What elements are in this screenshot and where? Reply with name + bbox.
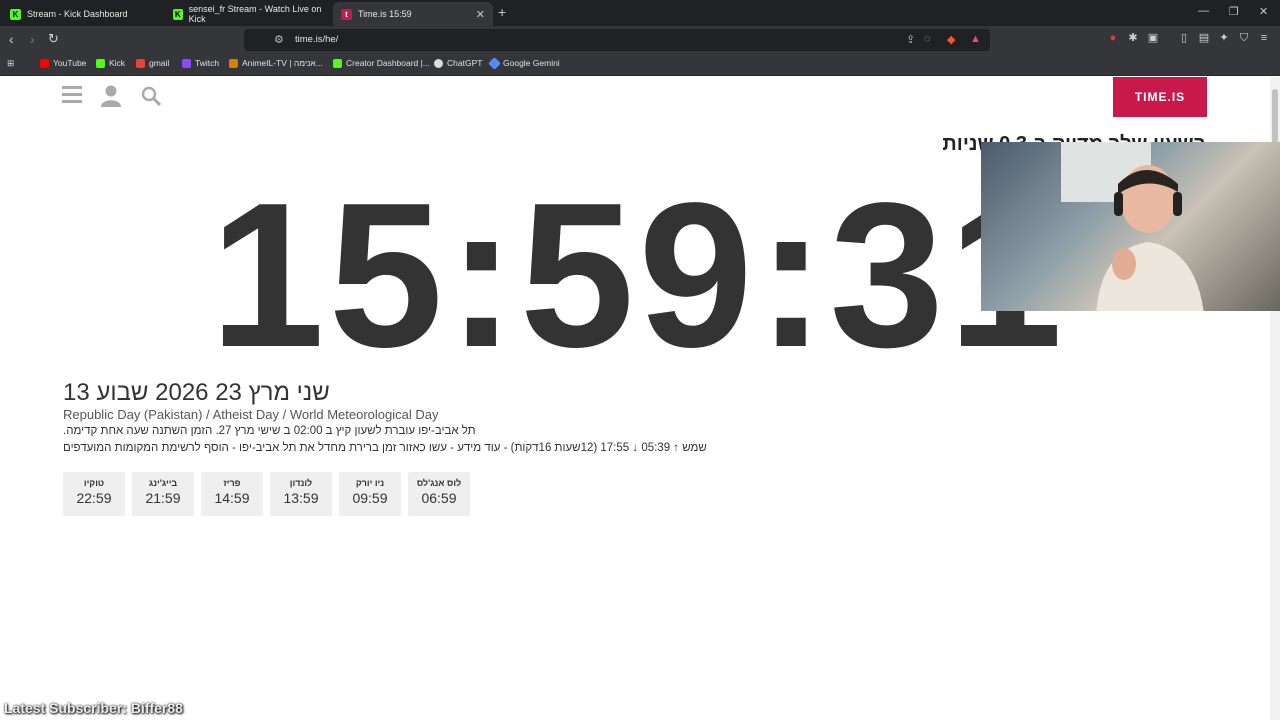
back-icon[interactable]: ‹: [9, 31, 14, 47]
sun-info[interactable]: שמש ↑ 05:39 ↓ 17:55 (12שעות 16דקות) - עו…: [63, 442, 707, 454]
bookmark-creator-dashboard[interactable]: Creator Dashboard |...: [333, 58, 430, 68]
twitch-icon: [182, 58, 191, 68]
vpn-icon[interactable]: ⛉: [1238, 32, 1250, 44]
dst-note: תל אביב-יפו עוברת לשעון קיץ ב 02:00 ב שי…: [63, 425, 476, 437]
city-clock-new-york[interactable]: ניו יורק 09:59: [339, 472, 401, 516]
city-name: פריז: [223, 478, 241, 488]
chatgpt-icon: [434, 58, 443, 68]
animeil-icon: [229, 58, 238, 68]
wallet-icon[interactable]: ▣: [1147, 32, 1159, 44]
restore-icon[interactable]: ❐: [1229, 5, 1239, 18]
tab-title: sensei_fr Stream - Watch Live on Kick: [188, 4, 322, 24]
puzzle-icon[interactable]: ✱: [1127, 32, 1139, 44]
bookmark-chatgpt[interactable]: ChatGPT: [434, 58, 482, 68]
bookmark-label: YouTube: [53, 58, 87, 68]
tab-title: Time.is 15:59: [358, 9, 412, 19]
bookmark-label: ChatGPT: [447, 58, 483, 68]
city-time: 13:59: [283, 490, 319, 506]
bookmark-label: AnimeIL-TV | אנימה...: [242, 58, 323, 68]
bookmark-label: Google Gemini: [503, 58, 560, 68]
city-clock-london[interactable]: לונדון 13:59: [270, 472, 332, 516]
rss-icon[interactable]: ◌: [924, 33, 931, 45]
bookmark-label: Creator Dashboard |...: [346, 58, 430, 68]
kick-icon: [96, 58, 105, 68]
apps-icon[interactable]: ⊞: [7, 58, 14, 69]
city-name: טוקיו: [83, 478, 105, 488]
extension-icon[interactable]: ●: [1107, 32, 1119, 44]
wallet-icon[interactable]: ▤: [1198, 32, 1210, 44]
brave-rewards-icon[interactable]: ▲: [970, 33, 981, 45]
gmail-icon: [136, 58, 145, 68]
bookmark-label: Twitch: [195, 58, 220, 68]
forward-icon[interactable]: ›: [30, 31, 35, 47]
tab-kick-stream[interactable]: K sensei_fr Stream - Watch Live on Kick: [165, 2, 330, 26]
city-clock-paris[interactable]: פריז 14:59: [201, 472, 263, 516]
city-time: 14:59: [214, 490, 250, 506]
city-clock-los-angeles[interactable]: לוס אנג'לס 06:59: [408, 472, 470, 516]
sidebar-icon[interactable]: ▯: [1178, 32, 1190, 44]
city-name: בייג'ינג: [148, 478, 178, 488]
city-clock-beijing[interactable]: בייג'ינג 21:59: [132, 472, 194, 516]
bookmark-animeil[interactable]: AnimeIL-TV | אנימה...: [229, 58, 323, 68]
minimize-icon[interactable]: —: [1198, 5, 1209, 17]
city-time: 22:59: [76, 490, 112, 506]
youtube-icon: [40, 58, 49, 68]
close-tab-icon[interactable]: ✕: [476, 8, 485, 21]
address-bar[interactable]: ⚙ time.is/he/ ⇪ ◌ ◆ ▲: [244, 29, 990, 51]
bookmark-gmail[interactable]: gmail: [136, 58, 169, 68]
bookmarks-bar: ⊞ YouTube Kick gmail Twitch AnimeIL-TV |…: [0, 54, 1280, 76]
bookmark-label: gmail: [149, 58, 170, 68]
tab-kick-dashboard[interactable]: K Stream - Kick Dashboard: [2, 2, 162, 26]
city-name: ניו יורק: [355, 478, 385, 488]
city-name: לוס אנג'לס: [416, 478, 462, 488]
user-icon[interactable]: [101, 85, 121, 107]
tab-title: Stream - Kick Dashboard: [27, 9, 128, 19]
holidays-line[interactable]: Republic Day (Pakistan) / Atheist Day / …: [63, 407, 438, 422]
browser-tab-bar: K Stream - Kick Dashboard K sensei_fr St…: [0, 0, 1280, 26]
tab-timeis[interactable]: t Time.is 15:59 ✕: [333, 2, 493, 26]
bookmark-label: Kick: [109, 58, 126, 68]
latest-subscriber-overlay: Latest Subscriber: Biffer88: [4, 700, 183, 716]
city-clock-tokyo[interactable]: טוקיו 22:59: [63, 472, 125, 516]
streamer-person: [1096, 165, 1204, 311]
timeis-icon: t: [341, 8, 352, 20]
kick-icon: K: [10, 8, 21, 20]
world-clocks: טוקיו 22:59 בייג'ינג 21:59 פריז 14:59 לונדו…: [63, 472, 470, 516]
close-window-icon[interactable]: ✕: [1259, 5, 1268, 18]
reload-icon[interactable]: ↻: [48, 31, 59, 47]
search-icon[interactable]: [141, 86, 161, 106]
webcam-overlay: [981, 142, 1280, 311]
date-line: שני מרץ 23 2026 שבוע 13: [63, 379, 330, 406]
bookmark-youtube[interactable]: YouTube: [40, 58, 86, 68]
gemini-icon: [488, 56, 501, 70]
city-time: 21:59: [145, 490, 181, 506]
city-time: 09:59: [352, 490, 388, 506]
city-time: 06:59: [421, 490, 457, 506]
url-text[interactable]: time.is/he/: [295, 34, 338, 45]
menu-icon[interactable]: [62, 86, 82, 104]
bookmark-kick[interactable]: Kick: [96, 58, 125, 68]
bookmark-twitch[interactable]: Twitch: [182, 58, 219, 68]
share-icon[interactable]: ⇪: [906, 33, 915, 46]
clock-display: 15:59:31: [210, 160, 1067, 390]
brave-shield-icon[interactable]: ◆: [947, 33, 955, 46]
scrollbar-thumb[interactable]: [1272, 89, 1278, 149]
kick-icon: [333, 58, 342, 68]
site-info-icon[interactable]: ⚙: [274, 33, 284, 46]
menu-icon[interactable]: ≡: [1258, 32, 1270, 44]
city-name: לונדון: [289, 478, 313, 488]
new-tab-button[interactable]: +: [498, 4, 506, 20]
timeis-logo[interactable]: TIME.IS: [1113, 77, 1207, 117]
kick-icon: K: [173, 8, 183, 20]
bookmark-gemini[interactable]: Google Gemini: [488, 56, 560, 70]
browser-toolbar: ‹ › ↻ ⌑ ⚙ time.is/he/ ⇪ ◌ ◆ ▲ ● ✱ ▣ ▯ ▤ …: [0, 26, 1280, 54]
leo-ai-icon[interactable]: ✦: [1218, 32, 1230, 44]
